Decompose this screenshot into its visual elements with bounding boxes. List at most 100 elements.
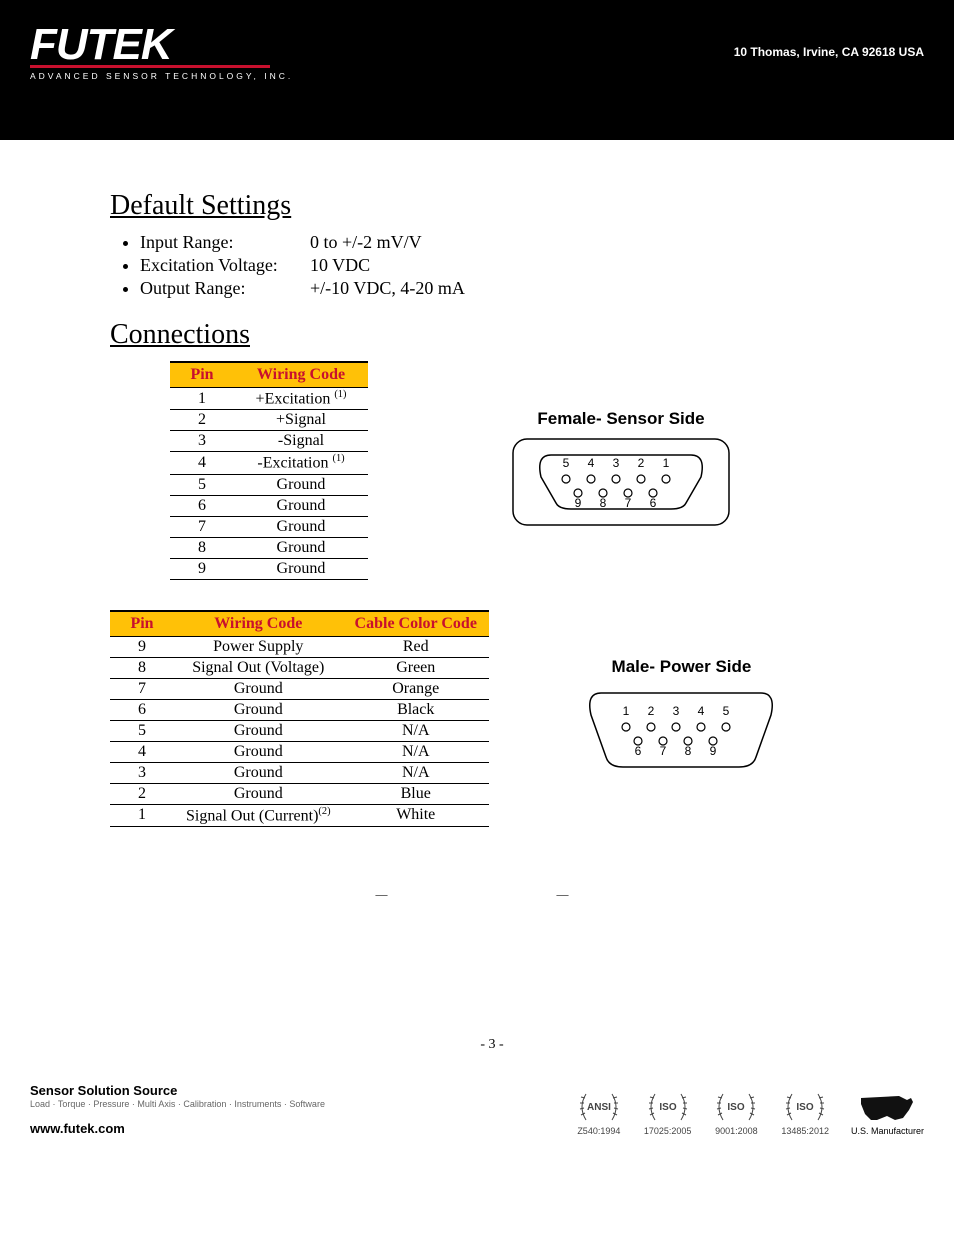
cell-pin: 8 (170, 537, 234, 558)
cell-wiring: +Excitation (1) (234, 388, 368, 410)
table-row: 1Signal Out (Current)(2)White (110, 804, 489, 826)
svg-text:9: 9 (575, 496, 582, 510)
svg-text:7: 7 (625, 496, 632, 510)
cell-pin: 6 (110, 699, 174, 720)
cell-color: Red (343, 636, 489, 657)
table-row: 8Signal Out (Voltage)Green (110, 657, 489, 678)
cell-pin: 5 (110, 720, 174, 741)
th-color: Cable Color Code (343, 611, 489, 637)
cell-wiring: Signal Out (Voltage) (174, 657, 343, 678)
company-logo: FUTEK ADVANCED SENSOR TECHNOLOGY, INC. (30, 25, 293, 81)
cell-pin: 4 (110, 741, 174, 762)
footer-tagline: Sensor Solution Source (30, 1083, 325, 1098)
setting-item: Excitation Voltage:10 VDC (140, 255, 874, 276)
th-wiring: Wiring Code (234, 362, 368, 388)
cell-color: N/A (343, 762, 489, 783)
cell-pin: 4 (170, 452, 234, 474)
table-row: 3-Signal (170, 431, 368, 452)
power-pin-table: Pin Wiring Code Cable Color Code 9Power … (110, 610, 489, 827)
svg-text:ISO: ISO (728, 1102, 745, 1113)
svg-text:7: 7 (660, 744, 667, 758)
cell-pin: 2 (170, 410, 234, 431)
svg-text:2: 2 (638, 456, 645, 470)
footer-right: ANSIZ540:1994ISO17025:2005ISO9001:2008IS… (576, 1090, 924, 1136)
cell-wiring: Ground (174, 741, 343, 762)
page-number: - 3 - (110, 1037, 874, 1053)
cell-wiring: Ground (234, 495, 368, 516)
cell-wiring: Ground (174, 762, 343, 783)
male-connector-svg: 123456789 (571, 685, 791, 775)
table-row: 3GroundN/A (110, 762, 489, 783)
cell-pin: 5 (170, 474, 234, 495)
cell-wiring: Ground (174, 699, 343, 720)
footer-url: www.futek.com (30, 1121, 325, 1136)
cell-pin: 7 (170, 516, 234, 537)
female-connector-diagram: Female- Sensor Side 543219876 (368, 409, 874, 532)
table-row: 5Ground (170, 474, 368, 495)
svg-text:1: 1 (623, 704, 630, 718)
cell-pin: 1 (110, 804, 174, 826)
svg-text:6: 6 (650, 496, 657, 510)
table-row: 4GroundN/A (110, 741, 489, 762)
th-pin: Pin (110, 611, 174, 637)
setting-value: 0 to +/-2 mV/V (310, 232, 422, 252)
cell-color: Green (343, 657, 489, 678)
cert-badge: ISO13485:2012 (781, 1090, 829, 1136)
logo-subtitle: ADVANCED SENSOR TECHNOLOGY, INC. (30, 71, 293, 81)
setting-value: 10 VDC (310, 255, 370, 275)
svg-text:2: 2 (648, 704, 655, 718)
page-footer: Sensor Solution Source Load · Torque · P… (0, 1073, 954, 1156)
setting-item: Input Range:0 to +/-2 mV/V (140, 232, 874, 253)
svg-text:5: 5 (563, 456, 570, 470)
us-manufacturer-badge: U.S. Manufacturer (851, 1090, 924, 1136)
svg-text:ISO: ISO (659, 1102, 676, 1113)
svg-text:ANSI: ANSI (587, 1102, 611, 1113)
svg-text:4: 4 (698, 704, 705, 718)
male-connector-diagram: Male- Power Side 123456789 (489, 657, 874, 780)
cell-pin: 2 (110, 783, 174, 804)
table-row: 7GroundOrange (110, 678, 489, 699)
svg-text:3: 3 (673, 704, 680, 718)
cert-badge: ISO9001:2008 (713, 1090, 759, 1136)
cell-wiring: Ground (234, 516, 368, 537)
setting-label: Excitation Voltage: (140, 255, 310, 276)
svg-text:9: 9 (710, 744, 717, 758)
default-settings-heading: Default Settings (110, 190, 874, 222)
th-pin: Pin (170, 362, 234, 388)
cell-wiring: Ground (234, 558, 368, 579)
female-connector-title: Female- Sensor Side (368, 409, 874, 429)
connections-heading: Connections (110, 319, 874, 351)
cell-pin: 9 (170, 558, 234, 579)
cell-wiring: Ground (174, 783, 343, 804)
table-row: 7Ground (170, 516, 368, 537)
table-row: 9Ground (170, 558, 368, 579)
table-row: 2+Signal (170, 410, 368, 431)
cert-badge: ISO17025:2005 (644, 1090, 692, 1136)
cell-pin: 1 (170, 388, 234, 410)
svg-text:ISO: ISO (797, 1102, 814, 1113)
table-row: 5GroundN/A (110, 720, 489, 741)
cell-wiring: -Excitation (1) (234, 452, 368, 474)
cell-pin: 8 (110, 657, 174, 678)
svg-text:1: 1 (663, 456, 670, 470)
svg-text:8: 8 (600, 496, 607, 510)
cell-wiring: Ground (174, 720, 343, 741)
table-row: 2GroundBlue (110, 783, 489, 804)
page-content: Default Settings Input Range:0 to +/-2 m… (0, 140, 954, 1073)
svg-text:6: 6 (635, 744, 642, 758)
cell-wiring: Ground (234, 537, 368, 558)
male-connector-title: Male- Power Side (489, 657, 874, 677)
power-pin-table-wrap: Pin Wiring Code Cable Color Code 9Power … (110, 610, 489, 827)
table-row: 9Power SupplyRed (110, 636, 489, 657)
cell-color: Orange (343, 678, 489, 699)
cell-wiring: Ground (234, 474, 368, 495)
sensor-pin-table-wrap: Pin Wiring Code 1+Excitation (1)2+Signal… (170, 361, 368, 580)
cell-wiring: Signal Out (Current)(2) (174, 804, 343, 826)
page-header: FUTEK ADVANCED SENSOR TECHNOLOGY, INC. 1… (0, 0, 954, 140)
cell-color: Black (343, 699, 489, 720)
setting-label: Output Range: (140, 278, 310, 299)
table-row: 1+Excitation (1) (170, 388, 368, 410)
cell-color: N/A (343, 741, 489, 762)
setting-label: Input Range: (140, 232, 310, 253)
th-wiring: Wiring Code (174, 611, 343, 637)
